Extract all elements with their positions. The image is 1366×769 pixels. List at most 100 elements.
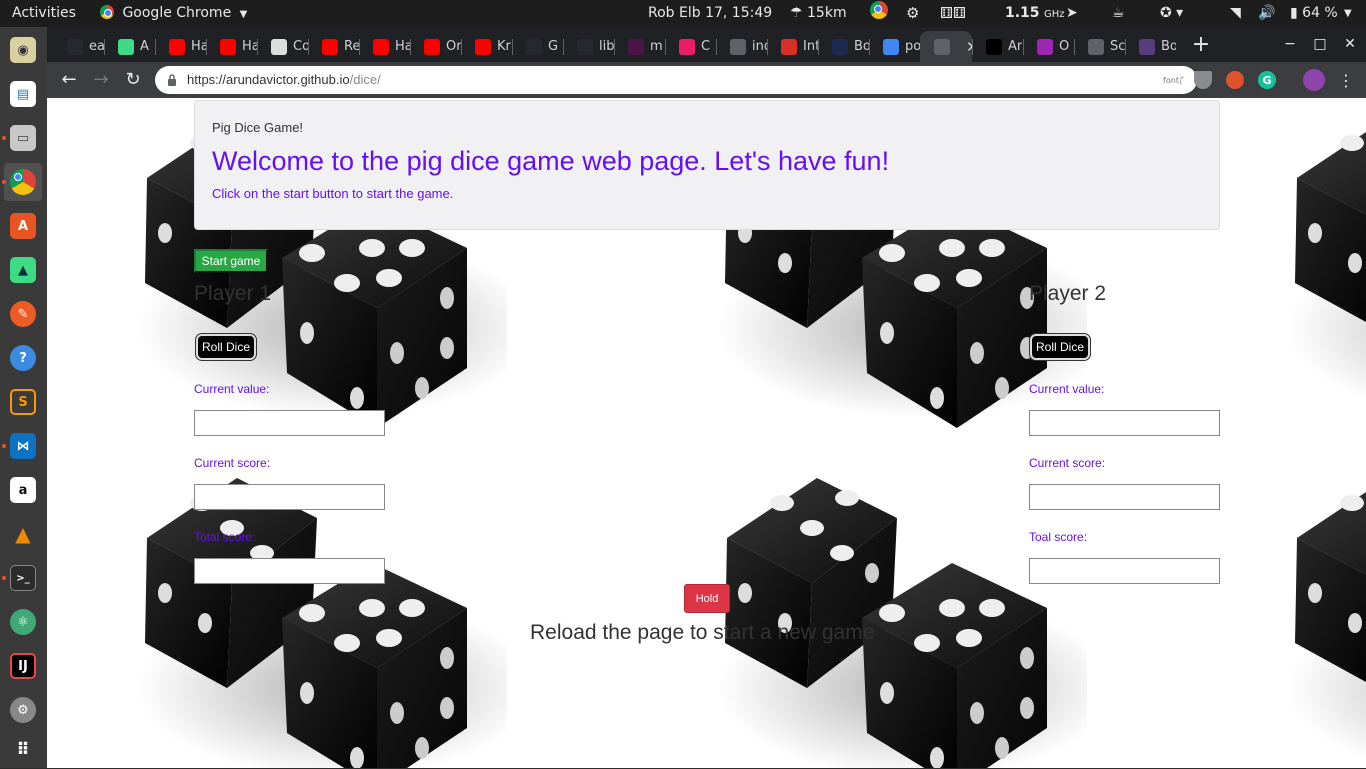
clock[interactable]: Rob Elb 17, 15:49	[648, 0, 772, 27]
browser-tab[interactable]: ✕	[920, 31, 972, 62]
player2-total-score-field[interactable]	[1029, 558, 1220, 584]
browser-tab[interactable]: Int	[767, 31, 818, 62]
chrome-tray-icon[interactable]	[870, 0, 888, 27]
dock-text-editor[interactable]: ▤	[4, 75, 42, 113]
browser-tab[interactable]: Ar	[972, 31, 1023, 62]
volume-icon[interactable]: 🔊	[1258, 0, 1275, 27]
browser-tab[interactable]: Bo	[1125, 31, 1176, 62]
player1-roll-dice-button[interactable]: Roll Dice	[196, 334, 256, 360]
browser-tab[interactable]: Sc	[1074, 31, 1125, 62]
dock-show-applications[interactable]: ⠿	[4, 731, 42, 769]
cpu-value: 1.15	[1005, 5, 1040, 21]
player2-current-score-field[interactable]	[1029, 484, 1220, 510]
back-button[interactable]: ←	[55, 66, 83, 94]
browser-tab[interactable]: m	[614, 31, 665, 62]
player2-roll-dice-button[interactable]: Roll Dice	[1030, 334, 1090, 360]
accessibility-icon[interactable]: ✪ ▾	[1160, 0, 1183, 27]
grammarly-extension-icon[interactable]: G	[1258, 71, 1276, 89]
dock-intellij[interactable]: IJ	[4, 647, 42, 685]
weather-text: 15km	[807, 5, 847, 21]
browser-tab[interactable]: Kr	[461, 31, 512, 62]
browser-tab[interactable]: Ha	[359, 31, 410, 62]
browser-tab[interactable]: Co	[257, 31, 308, 62]
player1-current-score-field[interactable]	[194, 484, 385, 510]
dock-files[interactable]: ▭	[2, 119, 42, 157]
cpu-frequency-indicator[interactable]: 1.15 GHz	[1005, 0, 1065, 27]
font-extension-icon[interactable]: font	[1162, 71, 1180, 89]
app-menu[interactable]: Google Chrome ▼	[100, 0, 247, 27]
dock-amazon[interactable]: a	[4, 471, 42, 509]
medium-icon	[986, 38, 1002, 55]
dock-sublime[interactable]: S	[4, 383, 42, 421]
dock-settings[interactable]: ⚙	[4, 691, 42, 729]
tab-title: lib	[599, 39, 614, 54]
browser-tab[interactable]: Ha	[206, 31, 257, 62]
player1-current-value-field[interactable]	[194, 410, 385, 436]
mdn-icon	[832, 38, 848, 55]
dice-tray-icon[interactable]: ⚅⚅	[940, 0, 966, 27]
google-icon	[883, 38, 899, 55]
coffee-tray-icon[interactable]: ☕	[1112, 0, 1125, 27]
dock-webcam[interactable]: ◉	[4, 31, 42, 69]
profile-avatar[interactable]	[1303, 69, 1325, 91]
reload-button[interactable]: ↻	[119, 66, 147, 94]
dock-help[interactable]: ?	[4, 339, 42, 377]
cpu-unit: GHz	[1044, 9, 1065, 20]
dock-chrome[interactable]	[2, 163, 42, 201]
browser-tab[interactable]: Ha	[155, 31, 206, 62]
tab-title: Or	[446, 39, 461, 54]
dock-atom[interactable]: ⚛	[4, 603, 42, 641]
browser-tab[interactable]: A	[104, 31, 155, 62]
dock-android-studio[interactable]: ▲	[4, 251, 42, 289]
github-icon	[67, 38, 83, 55]
android-icon	[118, 38, 134, 55]
system-menu-chevron-icon[interactable]: ▼	[1344, 0, 1352, 27]
vlc-icon: ▲	[15, 522, 31, 546]
arrow-tray-icon[interactable]: ➤	[1066, 0, 1078, 27]
tab-title: Ha	[191, 39, 206, 54]
network-tray-icon[interactable]: ⚙	[906, 0, 919, 27]
settings-icon: ⚙	[10, 697, 36, 723]
address-bar[interactable]: https://arundavictor.github.io/dice/ ☆	[155, 66, 1197, 94]
dock-postman[interactable]: ✎	[4, 295, 42, 333]
minimize-button[interactable]: −	[1275, 27, 1305, 62]
wifi-icon[interactable]: ◥	[1230, 0, 1241, 27]
dock-vscode[interactable]: ⋈	[2, 427, 42, 465]
browser-tab[interactable]: O	[1023, 31, 1074, 62]
shield-extension-icon[interactable]	[1194, 71, 1212, 89]
tab-title: Sc	[1110, 39, 1125, 54]
slack-icon	[628, 38, 644, 55]
atom-icon: ⚛	[10, 609, 36, 635]
player2-current-value-field[interactable]	[1029, 410, 1220, 436]
tab-title: Re	[344, 39, 359, 54]
dock-software-center[interactable]: A	[4, 207, 42, 245]
browser-tab[interactable]: G	[512, 31, 563, 62]
weather-indicator[interactable]: ☂ 15km	[790, 0, 847, 27]
forward-button[interactable]: →	[87, 66, 115, 94]
battery-indicator[interactable]: ▮ 64 %	[1290, 0, 1338, 27]
player1-total-score-field[interactable]	[194, 558, 385, 584]
browser-tab[interactable]: Or	[410, 31, 461, 62]
maximize-button[interactable]: □	[1305, 27, 1335, 62]
gmail-icon	[781, 38, 797, 55]
new-tab-button[interactable]: +	[1186, 27, 1216, 62]
browser-tab[interactable]: lib	[563, 31, 614, 62]
android-studio-icon: ▲	[10, 257, 36, 283]
more-menu-icon[interactable]: ⋮	[1337, 71, 1355, 90]
activities-button[interactable]: Activities	[12, 0, 76, 27]
browser-tab[interactable]: ind	[716, 31, 767, 62]
player2-current-value-label: Current value:	[1029, 382, 1105, 396]
browser-tab[interactable]: Re	[308, 31, 359, 62]
browser-tab[interactable]: ea	[53, 31, 104, 62]
dock-terminal[interactable]: >_	[2, 559, 42, 597]
hold-button[interactable]: Hold	[684, 584, 730, 613]
start-game-button[interactable]: Start game	[194, 249, 268, 273]
reload-hint-text: Reload the page to start a new game	[530, 621, 875, 644]
metamask-extension-icon[interactable]	[1226, 71, 1244, 89]
close-window-button[interactable]: ✕	[1335, 27, 1365, 62]
dock-vlc[interactable]: ▲	[4, 515, 42, 553]
browser-tab[interactable]: C	[665, 31, 716, 62]
browser-tab[interactable]: Bo	[818, 31, 869, 62]
browser-tab[interactable]: po	[869, 31, 920, 62]
terminal-icon: >_	[10, 565, 36, 591]
